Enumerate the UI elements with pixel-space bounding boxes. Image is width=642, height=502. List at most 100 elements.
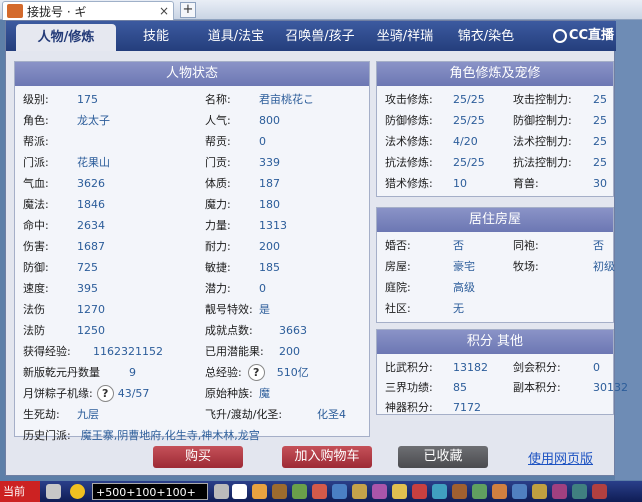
stat-value: 180 — [259, 198, 280, 211]
event-icon[interactable] — [452, 484, 467, 499]
mic-icon[interactable] — [46, 484, 61, 499]
stat-label: 门贡: — [205, 156, 231, 169]
stat-row-right: 成就点数: 3663 — [205, 321, 370, 341]
history-row: 历史门派: 魔王寨,阴曹地府,化生寺,神木林,龙宫 — [23, 426, 363, 446]
stat-row-right: 帮贡: 0 — [205, 132, 370, 152]
quest-icon[interactable] — [332, 484, 347, 499]
close-tab-icon[interactable]: × — [159, 4, 169, 18]
shop-icon[interactable] — [392, 484, 407, 499]
stat-row-left: 生死劫: 九层 — [23, 405, 198, 425]
info-value: 0 — [593, 361, 600, 374]
stat-value: 9 — [129, 366, 136, 379]
guild-icon[interactable] — [352, 484, 367, 499]
stat-label: 总经验: — [205, 366, 242, 379]
stat-row-left: 防御: 725 — [23, 258, 198, 278]
tab-outfit[interactable]: 锦衣/染色 — [446, 25, 526, 49]
browser-tab[interactable]: 接拢号 · ギ × — [2, 1, 174, 20]
info-value: 4/20 — [453, 135, 478, 148]
stat-label: 魔法: — [23, 198, 49, 211]
stat-row-right: 耐力: 200 — [205, 237, 370, 257]
tab-mounts[interactable]: 坐骑/祥瑞 — [364, 25, 446, 49]
help-icon[interactable] — [572, 484, 587, 499]
stat-row-left: 法伤 1270 — [23, 300, 198, 320]
cc-live-logo: CC直播 — [534, 25, 616, 47]
friend-icon[interactable] — [372, 484, 387, 499]
score-title: 积分 其他 — [377, 330, 613, 354]
tab-character[interactable]: 人物/修炼 — [16, 24, 116, 51]
score-panel: 积分 其他 比武积分: 13182 剑会积分: 0 三界功绩: 85 副本积分: 30132 神… — [376, 329, 628, 415]
achievement-icon[interactable] — [472, 484, 487, 499]
info-value: 25 — [593, 156, 607, 169]
character-icon[interactable] — [232, 484, 247, 499]
tab-skills[interactable]: 技能 — [116, 25, 196, 49]
stat-label: 生死劫: — [23, 408, 60, 421]
info-label: 比武积分: — [385, 361, 433, 374]
stat-label: 角色: — [23, 114, 49, 127]
stat-label: 防御: — [23, 261, 49, 274]
settings-icon[interactable] — [512, 484, 527, 499]
team-icon[interactable] — [292, 484, 307, 499]
stat-label: 人气: — [205, 114, 231, 127]
info-value: 25 — [593, 114, 607, 127]
buy-button[interactable]: 购买 — [153, 446, 243, 468]
stat-value: 200 — [279, 345, 300, 358]
collected-button[interactable]: 已收藏 — [398, 446, 488, 468]
stat-value: 化圣4 — [317, 408, 346, 421]
stat-row-left: 级别: 175 — [23, 90, 198, 110]
bag-icon[interactable] — [252, 484, 267, 499]
stat-row-left: 魔法: 1846 — [23, 195, 198, 215]
info-value: 7172 — [453, 401, 481, 414]
stat-label: 获得经验: — [23, 345, 71, 358]
tab-pets[interactable]: 召唤兽/孩子 — [276, 25, 364, 49]
info-row: 攻击修炼: 25/25 攻击控制力: 25 — [385, 90, 611, 110]
stat-label: 名称: — [205, 93, 231, 106]
stat-row-left: 伤害: 1687 — [23, 237, 198, 257]
info-label: 副本积分: — [513, 381, 561, 394]
stat-label: 成就点数: — [205, 324, 253, 337]
chat-input[interactable]: +500+100+100+ — [92, 483, 208, 500]
cc-logo-icon — [552, 28, 567, 43]
emoji-icon[interactable] — [70, 484, 85, 499]
skill-icon[interactable] — [272, 484, 287, 499]
stat-value: 1313 — [259, 219, 287, 232]
stat-row-right: 人气: 800 — [205, 111, 370, 131]
calendar-icon[interactable] — [552, 484, 567, 499]
stat-row-right: 总经验:? 510亿 — [205, 363, 370, 383]
stat-row-left: 门派: 花果山 — [23, 153, 198, 173]
exit-icon[interactable] — [592, 484, 607, 499]
info-row: 法术修炼: 4/20 法术控制力: 25 — [385, 132, 611, 152]
stat-row-left: 新版乾元丹数量 9 — [23, 363, 198, 383]
help-icon[interactable]: ? — [96, 385, 114, 402]
rank-icon[interactable] — [492, 484, 507, 499]
info-label: 庭院: — [385, 281, 411, 294]
info-value: 25/25 — [453, 93, 485, 106]
stat-value: 395 — [77, 282, 98, 295]
info-label: 抗法修炼: — [385, 156, 433, 169]
stat-row-left: 命中: 2634 — [23, 216, 198, 236]
current-channel-button[interactable]: 当前 — [0, 481, 40, 502]
info-row: 比武积分: 13182 剑会积分: 0 — [385, 358, 611, 378]
pet-icon[interactable] — [312, 484, 327, 499]
info-label: 防御控制力: — [513, 114, 572, 127]
use-web-version-link[interactable]: 使用网页版 — [528, 448, 593, 467]
stat-row-right: 力量: 1313 — [205, 216, 370, 236]
stat-row-right: 敏捷: 185 — [205, 258, 370, 278]
stat-value: 1250 — [77, 324, 105, 337]
map-icon[interactable] — [432, 484, 447, 499]
stat-row-left: 帮派: — [23, 132, 198, 152]
stat-value: 175 — [77, 93, 98, 106]
info-row: 抗法修炼: 25/25 抗法控制力: 25 — [385, 153, 611, 173]
system-icon[interactable] — [214, 484, 229, 499]
info-value: 30 — [593, 177, 607, 190]
stat-row-left: 速度: 395 — [23, 279, 198, 299]
add-to-cart-button[interactable]: 加入购物车 — [282, 446, 372, 468]
tab-items[interactable]: 道具/法宝 — [196, 25, 276, 49]
mail-icon[interactable] — [412, 484, 427, 499]
new-tab-button[interactable]: + — [180, 2, 196, 18]
help-icon[interactable]: ? — [247, 364, 265, 381]
gift-icon[interactable] — [532, 484, 547, 499]
stat-label: 法防 — [23, 324, 45, 337]
right-edge-background — [615, 20, 642, 480]
stat-value: 0 — [259, 282, 266, 295]
info-label: 攻击修炼: — [385, 93, 433, 106]
